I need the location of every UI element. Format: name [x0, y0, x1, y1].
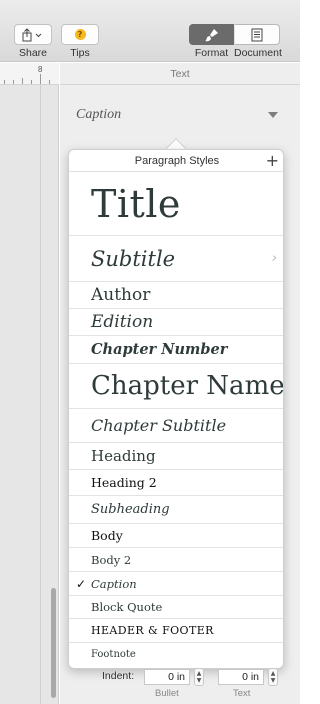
stepper-up-icon[interactable]: ▲	[197, 670, 202, 677]
style-item-heading[interactable]: Heading	[69, 443, 283, 470]
bullet-label: Bullet	[155, 688, 179, 699]
style-label: Body 2	[91, 552, 132, 567]
checkmark-icon: ✓	[76, 576, 87, 591]
popover-header: Paragraph Styles +	[69, 150, 283, 172]
bullet-indent-field[interactable]: 0 in	[144, 669, 190, 685]
text-label: Text	[233, 688, 251, 699]
ruler-tick	[13, 80, 14, 84]
vertical-scrollbar[interactable]	[51, 588, 56, 698]
tips-icon: ?	[74, 29, 86, 40]
bullet-indent-stepper[interactable]: ▲ ▼	[194, 668, 204, 686]
paintbrush-icon	[204, 28, 218, 41]
style-label: Subheading	[91, 502, 170, 517]
style-label: Chapter Name	[91, 371, 284, 401]
tab-text[interactable]: Text	[60, 63, 300, 85]
style-label: Heading	[91, 447, 156, 465]
style-item-subtitle[interactable]: Subtitle ›	[69, 236, 283, 282]
ruler-tick	[4, 80, 5, 84]
style-item-chapter-number[interactable]: Chapter Number	[69, 336, 283, 364]
style-label: Chapter Number	[91, 341, 228, 358]
document-button[interactable]	[235, 24, 281, 45]
style-item-chapter-name[interactable]: Chapter Name	[69, 364, 284, 409]
style-label: Heading 2	[91, 475, 157, 490]
chevron-down-icon	[268, 112, 278, 118]
tips-label: Tips	[70, 47, 90, 59]
inspector-segmented-control: Format Document	[189, 24, 282, 59]
style-label: Footnote	[91, 648, 136, 660]
stepper-down-icon[interactable]: ▼	[271, 677, 276, 684]
stepper-up-icon[interactable]: ▲	[271, 670, 276, 677]
style-label: Block Quote	[91, 600, 163, 614]
style-item-chapter-subtitle[interactable]: Chapter Subtitle	[69, 409, 283, 443]
style-label: Title	[91, 182, 181, 226]
indent-controls: Indent: 0 in ▲ ▼ 0 in ▲ ▼ Bullet Text	[60, 666, 300, 704]
style-label: Edition	[91, 312, 154, 332]
toolbar: Share ? Tips Format Document	[0, 0, 300, 62]
share-label: Share	[18, 47, 48, 59]
style-label: Caption	[91, 576, 137, 591]
style-item-block-quote[interactable]: Block Quote	[69, 596, 283, 619]
current-paragraph-style: Caption	[76, 107, 122, 122]
ruler-number: 8	[38, 65, 43, 74]
style-label: Body	[91, 528, 123, 543]
paragraph-styles-popover: Paragraph Styles + Title Subtitle › Autho…	[68, 149, 284, 669]
text-indent-field[interactable]: 0 in	[218, 669, 264, 685]
document-tab[interactable]: Document	[234, 24, 282, 59]
paragraph-style-selector[interactable]: Caption	[60, 86, 300, 144]
format-label: Format	[194, 47, 229, 59]
style-item-caption[interactable]: ✓ Caption	[69, 572, 283, 596]
style-label: Author	[91, 285, 151, 305]
style-item-header-footer[interactable]: HEADER & FOOTER	[69, 619, 283, 643]
style-item-subheading[interactable]: Subheading	[69, 496, 283, 524]
document-label: Document	[234, 47, 282, 59]
document-icon	[251, 28, 263, 41]
style-item-body[interactable]: Body	[69, 524, 283, 548]
paragraph-style-list: Title Subtitle › Author Edition Chapter N…	[69, 173, 284, 665]
style-item-body-2[interactable]: Body 2	[69, 548, 283, 572]
ruler-tick	[31, 80, 32, 84]
tips-button[interactable]: ?	[61, 24, 99, 45]
stepper-down-icon[interactable]: ▼	[197, 677, 202, 684]
document-ruler-area: 8	[0, 63, 59, 704]
format-tab[interactable]: Format	[189, 24, 234, 59]
style-label: Chapter Subtitle	[91, 416, 227, 435]
format-button[interactable]	[189, 24, 234, 45]
share-button[interactable]	[14, 24, 52, 45]
horizontal-ruler: 8	[0, 63, 59, 85]
ruler-tick	[40, 74, 41, 84]
style-label: HEADER & FOOTER	[91, 624, 214, 637]
indent-label: Indent:	[102, 670, 135, 682]
share-icon	[22, 27, 42, 41]
style-item-title[interactable]: Title	[69, 173, 283, 236]
style-item-heading-2[interactable]: Heading 2	[69, 470, 283, 496]
add-style-button[interactable]: +	[266, 151, 279, 170]
style-item-author[interactable]: Author	[69, 282, 283, 309]
page-edge-line	[40, 85, 41, 704]
text-indent-stepper[interactable]: ▲ ▼	[268, 668, 278, 686]
popover-title: Paragraph Styles	[134, 154, 220, 167]
share-control[interactable]: Share	[14, 24, 52, 59]
ruler-tick	[22, 78, 23, 84]
style-item-footnote[interactable]: Footnote	[69, 643, 283, 665]
chevron-right-icon[interactable]: ›	[272, 251, 277, 266]
ruler-tick	[49, 80, 50, 84]
style-item-edition[interactable]: Edition	[69, 309, 283, 336]
tips-control[interactable]: ? Tips	[61, 24, 99, 59]
style-label: Subtitle	[91, 246, 176, 271]
